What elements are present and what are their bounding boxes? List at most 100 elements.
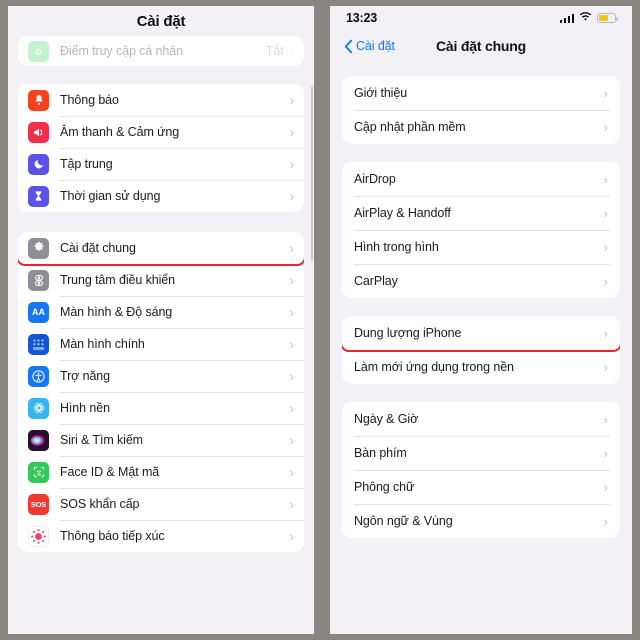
chevron-right-icon: › [603, 119, 608, 135]
row-label: CarPlay [354, 274, 398, 288]
row-value: Tắt [265, 44, 284, 58]
accessibility-icon [28, 365, 49, 387]
sidebar-item-wallpaper[interactable]: Hình nền › [18, 392, 304, 424]
chevron-right-icon: › [289, 432, 294, 448]
sidebar-item-emergency-sos[interactable]: SOS SOS khẩn cấp › [18, 488, 304, 520]
general-group: Cài đặt chung › Trung tâm điều khiển › A… [18, 232, 304, 552]
list-item-fonts[interactable]: Phông chữ › [342, 470, 620, 504]
wallpaper-icon [28, 397, 49, 419]
chevron-right-icon: › [289, 368, 294, 384]
row-label: Thông báo [60, 93, 119, 107]
row-label: Điểm truy cập cá nhân [60, 44, 183, 58]
chevron-right-icon: › [603, 513, 608, 529]
display-brightness-icon: AA [28, 301, 49, 323]
chevron-right-icon: › [603, 239, 608, 255]
sidebar-item-control-center[interactable]: Trung tâm điều khiển › [18, 264, 304, 296]
notifications-group: Thông báo › Âm thanh & Cảm ứng › Tập tru… [18, 84, 304, 212]
general-scroll-area[interactable]: Giới thiệu › Cập nhật phần mềm › AirDrop… [330, 62, 632, 538]
list-item-carplay[interactable]: CarPlay › [342, 264, 620, 298]
sidebar-item-display-brightness[interactable]: AA Màn hình & Độ sáng › [18, 296, 304, 328]
settings-root-screen: Điểm truy cập cá nhân Tắt › Thông báo › [8, 6, 314, 634]
chevron-right-icon: › [289, 336, 294, 352]
list-item-picture-in-picture[interactable]: Hình trong hình › [342, 230, 620, 264]
row-label: Face ID & Mật mã [60, 465, 160, 479]
page-title: Cài đặt [136, 12, 186, 30]
sidebar-item-face-id-passcode[interactable]: Face ID & Mật mã › [18, 456, 304, 488]
list-item-airplay-handoff[interactable]: AirPlay & Handoff › [342, 196, 620, 230]
chevron-right-icon: › [289, 528, 294, 544]
row-label: Giới thiệu [354, 86, 408, 100]
bell-icon [28, 89, 49, 111]
sharing-group: AirDrop › AirPlay & Handoff › Hình trong… [342, 162, 620, 298]
chevron-right-icon: › [603, 205, 608, 221]
chevron-right-icon: › [289, 400, 294, 416]
chevron-right-icon: › [289, 92, 294, 108]
row-label: Ngôn ngữ & Vùng [354, 514, 453, 528]
sidebar-item-screen-time[interactable]: Thời gian sử dụng › [18, 180, 304, 212]
row-label: Âm thanh & Cảm ứng [60, 125, 180, 139]
list-item-date-time[interactable]: Ngày & Giờ › [342, 402, 620, 436]
chevron-right-icon: › [289, 496, 294, 512]
chevron-right-icon: › [603, 445, 608, 461]
row-label: Bàn phím [354, 446, 407, 460]
row-label: Làm mới ứng dụng trong nền [354, 360, 514, 374]
sidebar-item-sounds-haptics[interactable]: Âm thanh & Cảm ứng › [18, 116, 304, 148]
chevron-right-icon: › [603, 325, 608, 341]
chevron-right-icon: › [289, 272, 294, 288]
chevron-right-icon: › [603, 85, 608, 101]
row-label: Siri & Tìm kiếm [60, 433, 143, 447]
personal-hotspot-icon [28, 40, 49, 62]
chevron-right-icon: › [289, 240, 294, 256]
settings-scroll-area[interactable]: Điểm truy cập cá nhân Tắt › Thông báo › [8, 6, 314, 634]
sidebar-item-notifications[interactable]: Thông báo › [18, 84, 304, 116]
row-label: Màn hình chính [60, 337, 145, 351]
list-item-about[interactable]: Giới thiệu › [342, 76, 620, 110]
row-label: Thời gian sử dụng [60, 189, 161, 203]
cellular-bars-icon [559, 13, 574, 23]
sidebar-item-accessibility[interactable]: Trợ năng › [18, 360, 304, 392]
wifi-icon [579, 9, 592, 27]
chevron-right-icon: › [289, 188, 294, 204]
sidebar-item-focus[interactable]: Tập trung › [18, 148, 304, 180]
row-label: Màn hình & Độ sáng [60, 305, 173, 319]
chevron-right-icon: › [603, 359, 608, 375]
list-item-iphone-storage[interactable]: Dung lượng iPhone › [342, 316, 620, 352]
sos-icon: SOS [28, 493, 49, 515]
settings-nav-bar: Cài đặt [8, 6, 314, 36]
status-bar: 13:23 [330, 6, 632, 30]
row-label: Trợ năng [60, 369, 111, 383]
sidebar-item-home-screen[interactable]: Màn hình chính › [18, 328, 304, 360]
list-item-keyboard[interactable]: Bàn phím › [342, 436, 620, 470]
home-screen-icon [28, 333, 49, 355]
chevron-right-icon: › [289, 156, 294, 172]
status-bar-indicators [559, 9, 618, 27]
row-label: Trung tâm điều khiển [60, 273, 175, 287]
row-label: Cài đặt chung [60, 241, 136, 255]
row-label: Tập trung [60, 157, 113, 171]
row-label: Phông chữ [354, 480, 415, 494]
back-button[interactable]: Cài đặt [344, 39, 395, 54]
vertical-scrollbar[interactable] [311, 86, 313, 261]
row-label: AirPlay & Handoff [354, 206, 451, 220]
row-label: SOS khẩn cấp [60, 497, 140, 511]
sidebar-item-siri-search[interactable]: Siri & Tìm kiếm › [18, 424, 304, 456]
left-phone-panel: Điểm truy cập cá nhân Tắt › Thông báo › [0, 0, 320, 640]
chevron-right-icon: › [289, 304, 294, 320]
row-personal-hotspot[interactable]: Điểm truy cập cá nhân Tắt › [18, 36, 304, 66]
list-item-software-update[interactable]: Cập nhật phần mềm › [342, 110, 620, 144]
back-button-label: Cài đặt [356, 39, 395, 53]
sidebar-item-exposure-notifications[interactable]: Thông báo tiếp xúc › [18, 520, 304, 552]
chevron-right-icon: › [603, 411, 608, 427]
chevron-right-icon: › [289, 43, 294, 59]
row-label: Hình nền [60, 401, 110, 415]
siri-icon [28, 429, 49, 451]
moon-icon [28, 153, 49, 175]
list-item-background-app-refresh[interactable]: Làm mới ứng dụng trong nền › [342, 350, 620, 384]
list-item-airdrop[interactable]: AirDrop › [342, 162, 620, 196]
chevron-right-icon: › [289, 464, 294, 480]
chevron-right-icon: › [603, 273, 608, 289]
sidebar-item-general[interactable]: Cài đặt chung › [18, 232, 304, 266]
general-nav-bar: Cài đặt Cài đặt chung [330, 30, 632, 62]
hotspot-group: Điểm truy cập cá nhân Tắt › [18, 36, 304, 66]
list-item-language-region[interactable]: Ngôn ngữ & Vùng › [342, 504, 620, 538]
